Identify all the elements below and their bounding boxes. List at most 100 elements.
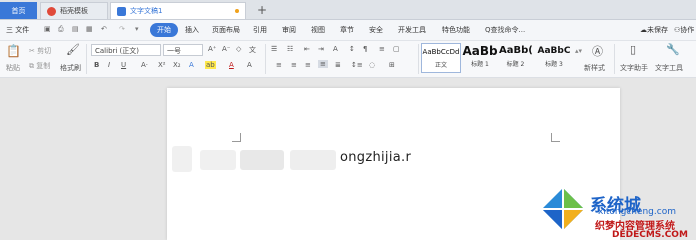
text-tools-icon[interactable]: 🔧 xyxy=(666,43,680,56)
style-heading1-preview: AaBb xyxy=(462,44,498,58)
menu-insert[interactable]: 插入 xyxy=(185,25,199,35)
new-style-label[interactable]: 新样式 xyxy=(584,63,605,73)
distributed-icon[interactable]: ≣ xyxy=(335,61,341,69)
menu-file[interactable]: 三 文件 xyxy=(6,25,29,35)
doc-assistant-icon[interactable]: ▯ xyxy=(630,43,636,56)
blurred-region xyxy=(290,150,336,170)
format-painter-label[interactable]: 格式刷 xyxy=(60,63,81,73)
align-right-icon[interactable]: ≡ xyxy=(305,61,311,69)
blurred-region xyxy=(172,146,192,172)
ribbon-toolbar: 📋 粘贴 ✂ 剪切 ⧉ 复制 🖌 格式刷 Calibri (正文) 一号 A⁺ … xyxy=(0,41,696,78)
increase-indent-icon[interactable]: ⇥ xyxy=(318,45,324,53)
collab-label: 协作 xyxy=(680,26,695,34)
copy-button[interactable]: ⧉ 复制 xyxy=(29,61,50,71)
new-style-icon[interactable]: Ⓐ xyxy=(592,43,603,59)
phonetic-icon[interactable]: 文 xyxy=(249,45,256,55)
cut-label: 剪切 xyxy=(37,47,52,55)
cut-button[interactable]: ✂ 剪切 xyxy=(29,46,51,56)
style-normal[interactable]: AaBbCcDd 正文 xyxy=(421,43,461,73)
subscript-icon[interactable]: X₂ xyxy=(173,61,181,69)
sort-icon[interactable]: ↕ xyxy=(349,45,355,53)
line-spacing2-icon[interactable]: ↕≡ xyxy=(351,61,363,69)
show-marks-icon[interactable]: ¶ xyxy=(363,45,367,53)
shrink-font-icon[interactable]: A⁻ xyxy=(222,45,230,53)
menu-section[interactable]: 章节 xyxy=(340,25,354,35)
line-spacing-icon[interactable]: ≡ xyxy=(379,45,385,53)
redo-icon[interactable]: ↷ xyxy=(119,25,125,33)
menu-security[interactable]: 安全 xyxy=(369,25,383,35)
bullets-icon[interactable]: ☰ xyxy=(271,45,277,53)
preview-icon[interactable]: ▦ xyxy=(86,25,93,33)
style-heading2[interactable]: AaBb( 标题 2 xyxy=(499,43,533,73)
watermark-logo-icon xyxy=(542,188,584,230)
save-icon[interactable]: ▣ xyxy=(44,25,51,33)
collab-button[interactable]: ⚇协作 xyxy=(674,25,694,35)
print-icon[interactable]: ▤ xyxy=(72,25,79,33)
tab-home-label: 首页 xyxy=(11,6,26,15)
watermark-site-url: xitongcheng.com xyxy=(598,207,676,217)
format-painter-icon[interactable]: 🖌 xyxy=(66,43,80,56)
strikethrough-icon[interactable]: A· xyxy=(141,61,148,69)
tab-document[interactable]: 文字文稿1 xyxy=(110,2,246,19)
italic-button[interactable]: I xyxy=(108,61,110,69)
border-icon[interactable]: ⊞ xyxy=(389,61,395,69)
align-left-icon[interactable]: ≡ xyxy=(276,61,282,69)
font-name-value: Calibri (正文) xyxy=(95,47,140,55)
style-heading3-label: 标题 3 xyxy=(545,61,563,68)
font-name-select[interactable]: Calibri (正文) xyxy=(91,44,161,56)
cloud-icon: ☁ xyxy=(640,26,647,34)
search-command[interactable]: Q查找命令... xyxy=(485,25,525,35)
document-text[interactable]: ongzhijia.r xyxy=(340,150,411,165)
divider xyxy=(614,44,615,74)
docer-icon xyxy=(47,6,56,16)
output-icon[interactable]: ⎙ xyxy=(58,25,64,34)
margin-corner-mark xyxy=(232,133,241,142)
undo-icon[interactable]: ↶ xyxy=(101,25,107,33)
underline-button[interactable]: U xyxy=(121,61,126,69)
unsaved-label: 未保存 xyxy=(647,26,668,34)
style-heading3[interactable]: AaBbC 标题 3 xyxy=(534,43,574,73)
decrease-indent-icon[interactable]: ⇤ xyxy=(304,45,310,53)
clear-format-icon[interactable]: ◇ xyxy=(236,45,241,53)
style-heading2-label: 标题 2 xyxy=(506,61,525,68)
margin-corner-mark xyxy=(551,133,560,142)
paste-label[interactable]: 粘贴 xyxy=(6,63,20,73)
highlight-icon[interactable]: ab xyxy=(205,61,216,69)
font-color-icon[interactable]: A xyxy=(229,61,234,69)
align-center-icon[interactable]: ≡ xyxy=(291,61,297,69)
styles-scroll-icon[interactable]: ▴▾ xyxy=(575,47,582,55)
text-effect-icon[interactable]: A xyxy=(189,61,194,69)
justify-icon[interactable]: ≡ xyxy=(318,60,328,68)
quick-access-more-icon[interactable]: ▾ xyxy=(135,25,139,33)
grow-font-icon[interactable]: A⁺ xyxy=(208,45,216,53)
borders-icon[interactable]: ▢ xyxy=(393,45,400,53)
shading-icon[interactable]: ◌ xyxy=(369,61,375,69)
menu-bar: 三 文件 ▣ ⎙ ▤ ▦ ↶ ↷ ▾ 开始 插入 页面布局 引用 审阅 视图 章… xyxy=(0,20,696,41)
menu-home[interactable]: 开始 xyxy=(150,23,178,37)
bold-button[interactable]: B xyxy=(94,61,99,69)
document-icon xyxy=(117,6,126,16)
font-size-select[interactable]: 一号 xyxy=(163,44,203,56)
unsaved-dot-icon xyxy=(235,9,239,13)
menu-references[interactable]: 引用 xyxy=(253,25,267,35)
menu-view[interactable]: 视图 xyxy=(311,25,325,35)
tab-home[interactable]: 首页 xyxy=(0,2,37,19)
numbering-icon[interactable]: ☷ xyxy=(287,45,293,53)
tab-template[interactable]: 稻壳模板 xyxy=(40,2,108,19)
text-tools-label[interactable]: 文字工具 xyxy=(655,63,683,73)
unsaved-status[interactable]: ☁未保存 xyxy=(640,25,668,35)
doc-assistant-label[interactable]: 文字助手 xyxy=(620,63,648,73)
menu-features[interactable]: 特色功能 xyxy=(442,25,470,35)
menu-developer[interactable]: 开发工具 xyxy=(398,25,426,35)
copy-label: 复制 xyxy=(36,62,51,70)
char-border-icon[interactable]: A xyxy=(247,61,252,69)
style-normal-label: 正文 xyxy=(434,62,447,69)
font-size-value: 一号 xyxy=(167,47,181,55)
menu-review[interactable]: 审阅 xyxy=(282,25,296,35)
style-heading1[interactable]: AaBb 标题 1 xyxy=(462,43,498,73)
menu-page-layout[interactable]: 页面布局 xyxy=(212,25,240,35)
superscript-icon[interactable]: X² xyxy=(158,61,166,69)
paste-icon[interactable]: 📋 xyxy=(6,44,21,58)
chinese-layout-icon[interactable]: A xyxy=(333,45,338,53)
new-tab-button[interactable]: + xyxy=(257,3,267,17)
